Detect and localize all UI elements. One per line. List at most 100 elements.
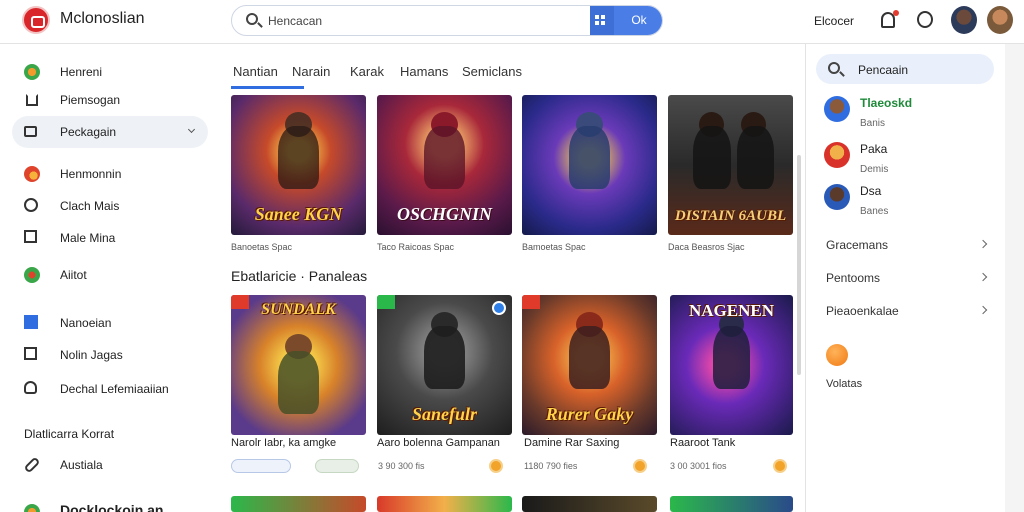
panel-link-label: Pieaoenkalae xyxy=(826,304,899,318)
tab-karak[interactable]: Karak xyxy=(350,64,384,79)
card-title-art: DISTAIN 6AUBL xyxy=(674,208,787,224)
sidebar-item-label: Male Mina xyxy=(60,231,116,245)
panel-link-row[interactable]: Pieaoenkalae xyxy=(826,302,988,320)
chevron-right-icon xyxy=(978,272,988,282)
panel-search-label: Pencaain xyxy=(858,63,909,77)
sidebar-item-label: Docklockoin.an xyxy=(60,502,164,512)
friend-status: Banes xyxy=(860,206,889,217)
tab-nantian[interactable]: Nantian xyxy=(233,64,278,79)
game-card[interactable] xyxy=(670,496,793,512)
game-card[interactable]: Rurer Gaky xyxy=(522,295,657,435)
sidebar-section-heading: Dlatlicarra Korrat xyxy=(24,427,115,441)
game-name[interactable]: Aaro bolenna Gampanan xyxy=(377,437,500,449)
panel-footer-label: Volatas xyxy=(826,378,863,390)
tag-badge xyxy=(231,295,249,309)
settings-icon[interactable] xyxy=(917,11,933,28)
header-link[interactable]: Elcocer xyxy=(814,14,854,28)
sidebar-item-piemsogan[interactable]: Piemsogan xyxy=(12,84,208,116)
window-edge xyxy=(1005,44,1024,512)
tag-badge xyxy=(492,301,506,315)
game-card[interactable]: Sanee KGN xyxy=(231,95,366,235)
tab-narain[interactable]: Narain xyxy=(292,64,330,79)
sidebar-item-dechal[interactable]: Dechal Lefemiaaiian xyxy=(12,373,208,405)
game-name[interactable]: Raaroot Tank xyxy=(670,437,735,449)
game-card[interactable]: NAGENEN xyxy=(670,295,793,435)
card-caption: Taco Raicoas Spac xyxy=(377,242,455,252)
avatar[interactable] xyxy=(987,6,1013,34)
sidebar-item-label: Peckagain xyxy=(60,125,117,139)
sidebar-item-austiala[interactable]: Austiala xyxy=(12,449,208,481)
card-caption: Daca Beasros Sjac xyxy=(668,242,745,252)
game-meta: 3 90 300 fis xyxy=(378,461,425,471)
game-card[interactable]: OSCHGNIN xyxy=(377,95,512,235)
sidebar-item-label: Nanoeian xyxy=(60,316,112,330)
panel-link-label: Pentooms xyxy=(826,271,881,285)
sidebar-item-label: Austiala xyxy=(60,458,103,472)
app-logo[interactable] xyxy=(22,6,50,34)
game-meta: 1180 790 fies xyxy=(524,461,578,471)
sidebar-item-peckagain[interactable]: Peckagain xyxy=(12,116,208,148)
search-submit-button[interactable]: Ok xyxy=(614,6,662,35)
user-icon xyxy=(24,381,37,394)
friend-status: Banis xyxy=(860,118,886,129)
game-card[interactable] xyxy=(522,496,657,512)
filter-grid-button[interactable] xyxy=(590,6,614,35)
sidebar-item-nolin-jagas[interactable]: Nolin Jagas xyxy=(12,339,208,371)
game-card[interactable] xyxy=(231,496,366,512)
game-name[interactable]: Narolr Iabr, ka amgke xyxy=(231,437,336,449)
image-icon xyxy=(24,347,37,360)
sidebar-item-aiitot[interactable]: Aiitot xyxy=(12,259,208,291)
tag-badge xyxy=(522,295,540,309)
coin-icon xyxy=(489,459,503,473)
square-icon xyxy=(24,230,37,243)
section-title: Ebatlaricie · Panaleas xyxy=(231,268,368,284)
game-card[interactable] xyxy=(377,496,512,512)
search-input[interactable] xyxy=(268,6,588,35)
grid-icon xyxy=(24,315,38,329)
friend-name: Paka xyxy=(860,142,888,156)
orange-circle-icon[interactable] xyxy=(826,344,848,366)
tab-semiclans[interactable]: Semiclans xyxy=(462,64,522,79)
coin-icon xyxy=(773,459,787,473)
card-title-art: OSCHGNIN xyxy=(396,204,493,224)
search-icon xyxy=(246,13,258,25)
scrollbar[interactable] xyxy=(797,155,801,375)
tab-hamans[interactable]: Hamans xyxy=(400,64,448,79)
game-meta: 3 00 3001 fios xyxy=(670,461,727,471)
app-window: Mclonoslian Ok Elcocer Henreni Piemsogan… xyxy=(0,0,1024,512)
flame-icon xyxy=(24,166,40,182)
sidebar-item-henmonnin[interactable]: Henmonnin xyxy=(12,158,208,190)
card-caption: Banoetas Spac xyxy=(231,242,293,252)
tag-chip[interactable] xyxy=(231,459,291,473)
avatar xyxy=(824,184,850,210)
sidebar-item-label: Henmonnin xyxy=(60,167,122,181)
game-card[interactable]: SUNDALK xyxy=(231,295,366,435)
game-card[interactable] xyxy=(522,95,657,235)
game-card[interactable]: Sanefulr xyxy=(377,295,512,435)
card-title-art: Sanefulr xyxy=(411,404,478,424)
sidebar-item-clach-mais[interactable]: Clach Mais xyxy=(12,190,208,222)
game-name[interactable]: Damine Rar Saxing xyxy=(524,437,619,449)
sidebar: Henreni Piemsogan Peckagain Henmonnin Cl… xyxy=(0,44,220,512)
panel-search[interactable]: Pencaain xyxy=(816,54,994,84)
game-card[interactable]: DISTAIN 6AUBL xyxy=(668,95,793,235)
panel-link-row[interactable]: Pentooms xyxy=(826,269,988,287)
tag-chip[interactable] xyxy=(315,459,359,473)
sidebar-item-docklockoin[interactable]: Docklockoin.an xyxy=(12,496,208,512)
friend-name: Tlaeoskd xyxy=(860,96,913,110)
tag-badge xyxy=(377,295,395,309)
sidebar-item-label: Nolin Jagas xyxy=(60,348,123,362)
sidebar-item-label: Piemsogan xyxy=(60,93,121,107)
globe-icon xyxy=(24,504,40,512)
avatar[interactable] xyxy=(951,6,977,34)
library-icon xyxy=(24,126,37,137)
chevron-right-icon xyxy=(978,305,988,315)
sidebar-item-label: Dechal Lefemiaaiian xyxy=(60,382,169,396)
sidebar-item-male-mina[interactable]: Male Mina xyxy=(12,222,208,254)
panel-link-row[interactable]: Gracemans xyxy=(826,236,988,254)
app-name: Mclonoslian xyxy=(60,10,145,27)
right-panel: Pencaain Tlaeoskd Banis Paka Demis Dsa B… xyxy=(805,44,1005,512)
sidebar-item-nanoeian[interactable]: Nanoeian xyxy=(12,307,208,339)
card-caption: Bamoetas Spac xyxy=(522,242,586,252)
top-bar: Mclonoslian Ok Elcocer xyxy=(0,0,1024,44)
